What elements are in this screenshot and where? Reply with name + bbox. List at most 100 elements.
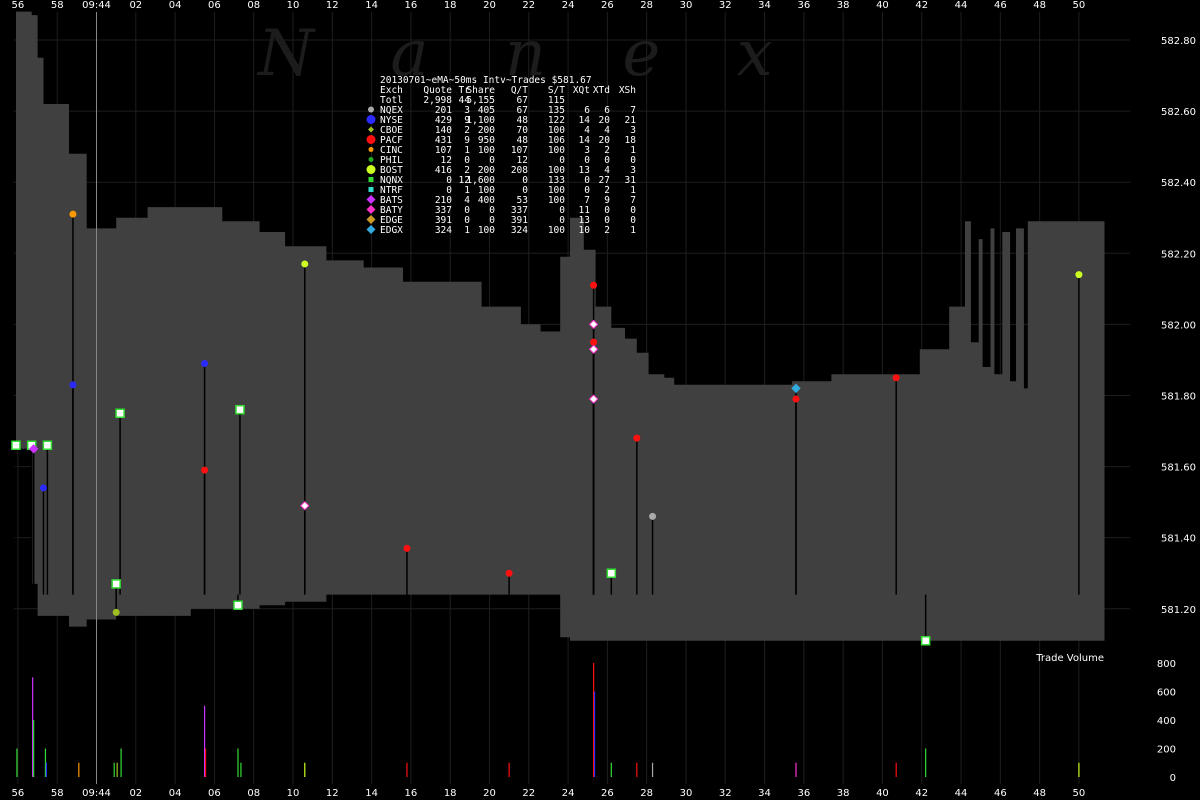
legend-symbol-bost: [366, 165, 376, 174]
legend-symbol-nqnx: [368, 177, 374, 182]
table-row-cell: 1: [464, 225, 470, 236]
trade-marker-nyse: [69, 381, 77, 389]
table-header-cell: XTd: [593, 85, 610, 96]
trade-marker-nqnx: [233, 600, 243, 610]
x-tick-label-bottom: 10: [287, 788, 300, 799]
trade-marker-pacf: [201, 466, 209, 474]
x-axis-bottom: 56 58 09:44 02 04 06 08 10 12 14 16 18 20 22 24 26 28 30 3…: [12, 788, 1086, 799]
x-tick-label-top: 42: [915, 0, 928, 11]
x-axis-top: 56 58 09:44 02 04 06 08 10 12 14 16 18 20 22 24 26 28 30 3…: [12, 0, 1086, 11]
table-row-cell: EDGX: [380, 225, 403, 236]
table-row-cell: 1: [630, 225, 636, 236]
trade-marker-nqnx: [111, 579, 121, 589]
price-tick-label: 582.20: [1161, 249, 1196, 260]
volume-tick-label: 0: [1170, 773, 1176, 784]
x-tick-label-top: 30: [680, 0, 693, 11]
x-tick-label-bottom: 28: [640, 788, 653, 799]
x-tick-label-bottom: 56: [12, 788, 25, 799]
price-tick-label: 581.40: [1161, 534, 1196, 545]
table-row-cell: 100: [478, 225, 495, 236]
legend-symbol-baty: [366, 205, 376, 214]
trade-marker-pacf: [892, 374, 900, 382]
x-tick-label-bottom: 18: [444, 788, 457, 799]
x-tick-label-top: 32: [719, 0, 732, 11]
trade-marker-nyse: [201, 359, 209, 367]
x-tick-label-bottom: 50: [1073, 788, 1086, 799]
x-tick-label-top: 24: [562, 0, 575, 11]
x-tick-label-bottom: 24: [562, 788, 575, 799]
x-tick-label-top: 09:44: [82, 0, 111, 11]
trade-marker-pacf: [505, 569, 513, 577]
x-tick-label-bottom: 30: [680, 788, 693, 799]
trade-marker-cboe: [112, 608, 120, 616]
legend-symbol-bats: [366, 195, 376, 204]
exchange-table: 20130701~eMA~50ms Intv~Trades $581.67Exc…: [366, 75, 636, 236]
trade-marker-bost: [1075, 271, 1083, 279]
volume-tick-label: 200: [1157, 745, 1176, 756]
trade-marker-nqex: [649, 512, 657, 520]
x-tick-label-bottom: 20: [483, 788, 496, 799]
price-tick-label: 582.60: [1161, 107, 1196, 118]
table-header-cell: XSh: [619, 85, 636, 96]
trade-marker-pacf: [590, 281, 598, 289]
table-row-cell: 100: [548, 225, 565, 236]
price-tick-label: 581.80: [1161, 391, 1196, 402]
trade-chart: N a n e x 56 58 09:44 02 04 06 08 10 12 14 16 18 20 2…: [11, 0, 1196, 799]
legend-symbol-cinc: [368, 147, 374, 152]
trade-marker-pacf: [633, 434, 641, 442]
x-tick-label-top: 28: [640, 0, 653, 11]
x-tick-label-bottom: 06: [208, 788, 221, 799]
x-tick-label-top: 44: [955, 0, 968, 11]
x-tick-label-bottom: 48: [1033, 788, 1046, 799]
table-header-cell: XQt: [573, 85, 590, 96]
x-tick-label-top: 10: [287, 0, 300, 11]
x-tick-label-bottom: 16: [405, 788, 418, 799]
x-tick-label-top: 16: [405, 0, 418, 11]
x-tick-label-bottom: 44: [955, 788, 968, 799]
x-tick-label-bottom: 42: [915, 788, 928, 799]
table-row-cell: 2: [604, 225, 610, 236]
legend-symbol-cboe: [368, 126, 374, 133]
x-tick-label-bottom: 34: [758, 788, 771, 799]
price-axis: 582.80 582.60 582.40 582.20 582.00 581.80 581.…: [1161, 36, 1196, 616]
legend-symbol-edgx: [366, 225, 376, 234]
x-tick-label-top: 48: [1033, 0, 1046, 11]
volume-bars: [16, 663, 1080, 777]
trade-marker-nyse: [39, 484, 47, 492]
x-tick-label-top: 26: [601, 0, 614, 11]
x-tick-label-bottom: 38: [837, 788, 850, 799]
volume-tick-label: 800: [1157, 659, 1176, 670]
x-tick-label-top: 06: [208, 0, 221, 11]
x-tick-label-top: 04: [169, 0, 182, 11]
x-tick-label-top: 38: [837, 0, 850, 11]
trade-marker-cinc: [69, 210, 77, 218]
x-tick-label-top: 46: [994, 0, 1007, 11]
x-tick-label-top: 02: [129, 0, 142, 11]
price-tick-label: 581.60: [1161, 463, 1196, 474]
x-tick-label-top: 36: [797, 0, 810, 11]
x-tick-label-top: 18: [444, 0, 457, 11]
legend-symbol-ntrf: [368, 187, 374, 192]
x-tick-label-bottom: 40: [876, 788, 889, 799]
volume-tick-label: 600: [1157, 688, 1176, 699]
x-tick-label-bottom: 09:44: [82, 788, 111, 799]
trade-marker-nqnx: [235, 404, 245, 415]
legend-symbol-nyse: [366, 115, 376, 124]
trade-marker-nqnx: [606, 568, 617, 578]
table-row-cell: 324: [511, 225, 528, 236]
volume-axis: 800 600 400 200 0: [1157, 659, 1176, 784]
x-tick-label-top: 14: [365, 0, 378, 11]
x-tick-label-bottom: 22: [522, 788, 535, 799]
x-tick-label-top: 12: [326, 0, 339, 11]
price-tick-label: 582.00: [1161, 320, 1196, 331]
price-tick-label: 582.80: [1161, 36, 1196, 47]
price-tick-label: 582.40: [1161, 178, 1196, 189]
x-tick-label-top: 56: [12, 0, 25, 11]
trade-marker-pacf: [403, 544, 411, 552]
volume-axis-title: Trade Volume: [1035, 653, 1104, 664]
x-tick-label-top: 34: [758, 0, 771, 11]
legend-symbol-edge: [366, 215, 376, 224]
x-tick-label-top: 22: [522, 0, 535, 11]
x-tick-label-bottom: 26: [601, 788, 614, 799]
trade-marker-nqnx: [11, 440, 21, 451]
